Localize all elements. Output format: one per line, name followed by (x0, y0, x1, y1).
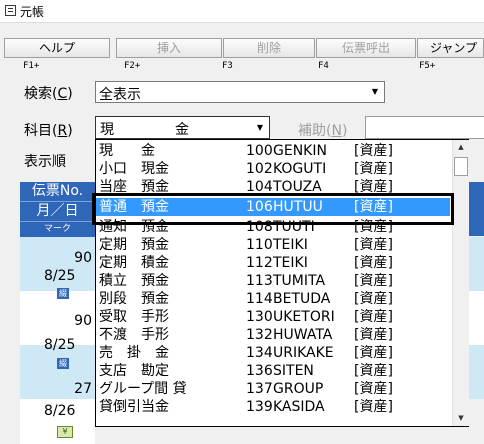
list-item[interactable]: 定期 積金 112 TEIKI [資産] (96, 254, 450, 272)
mark-icon: 綴 (57, 358, 69, 369)
voucher-no: 27 (74, 381, 92, 397)
account-select-value-b: 金 (175, 122, 189, 138)
table-row-edge (468, 291, 484, 345)
jump-button-label: ジャンプ (430, 41, 478, 55)
dropdown-scrollbar[interactable]: ▲ ▼ (452, 140, 469, 426)
fkey-insert: F2+ (124, 61, 141, 71)
account-dropdown-list[interactable]: 現 金 100 GENKIN [資産] 小口 現金 102 KOGUTI [資産] 当座 預… (95, 139, 469, 427)
search-select-value: 全表示 (99, 87, 141, 103)
list-item[interactable]: 貸倒引当金 139 KASIDA [資産] (96, 398, 450, 416)
chevron-down-icon[interactable]: ▼ (367, 83, 383, 100)
table-row-edge (468, 237, 484, 291)
yen-icon: ¥ (57, 426, 73, 438)
scroll-down-icon[interactable]: ▼ (455, 412, 467, 424)
list-item[interactable]: 別段 預金 114 BETUDA [資産] (96, 290, 450, 308)
app-icon (5, 5, 16, 16)
help-button[interactable]: ヘルプ (4, 38, 110, 58)
list-item[interactable]: 売 掛 金 134 URIKAKE [資産] (96, 344, 450, 362)
list-item[interactable]: 不渡 手形 132 HUWATA [資産] (96, 326, 450, 344)
display-order-label: 表示順 (24, 154, 66, 170)
grid-header-mark: マーク (20, 221, 95, 237)
window-title: 元帳 (20, 5, 45, 19)
selection-highlight-box (92, 193, 454, 225)
delete-button-label: 削除 (256, 41, 281, 55)
list-item[interactable]: 支店 勘定 136 SITEN [資産] (96, 362, 450, 380)
list-item[interactable]: グループ間 貸 137 GROUP [資産] (96, 380, 450, 398)
jump-button[interactable]: ジャンプ (417, 38, 484, 58)
grid-header-voucher-no: 伝票No. (20, 182, 95, 201)
grid-header-right (468, 182, 484, 236)
fkey-recall: F4 (318, 61, 329, 71)
insert-button[interactable]: 挿入 (116, 38, 222, 58)
delete-button[interactable]: 削除 (223, 38, 315, 58)
list-item[interactable]: 小口 現金 102 KOGUTI [資産] (96, 160, 450, 178)
voucher-no: 90 (74, 250, 92, 266)
title-bar: 元帳 (0, 0, 484, 23)
chevron-down-icon[interactable]: ▼ (252, 119, 268, 136)
list-item[interactable]: 定期 預金 110 TEIKI [資産] (96, 236, 450, 254)
search-select[interactable]: 全表示 ▼ (95, 81, 385, 103)
list-item[interactable]: 現 金 100 GENKIN [資産] (96, 142, 450, 160)
account-label: 科目(R) (24, 123, 73, 139)
scroll-up-icon[interactable]: ▲ (455, 141, 467, 153)
fkey-jump: F5+ (419, 61, 436, 71)
grid-header-date: 月／日 (20, 201, 95, 221)
voucher-no: 90 (74, 313, 92, 329)
help-button-label: ヘルプ (38, 41, 75, 55)
list-item[interactable]: 積立 預金 113 TUMITA [資産] (96, 272, 450, 290)
list-item[interactable]: 受取 手形 130 UKETORI [資産] (96, 308, 450, 326)
aux-input[interactable] (365, 116, 484, 139)
account-select[interactable]: 現 金 ▼ (95, 116, 270, 139)
fkey-help: F1+ (23, 61, 40, 71)
account-select-value-a: 現 (100, 122, 114, 138)
insert-button-label: 挿入 (156, 41, 181, 55)
scrollbar-thumb[interactable] (454, 157, 468, 176)
row-date: 8/25 (44, 337, 76, 353)
row-date: 8/26 (44, 403, 76, 419)
search-label: 検索(C) (24, 86, 73, 102)
aux-label: 補助(N) (298, 123, 348, 139)
mark-icon: 綴 (57, 288, 69, 299)
recall-voucher-button-label: 伝票呼出 (341, 41, 390, 55)
row-date: 8/25 (44, 268, 76, 284)
table-row-edge (468, 345, 484, 399)
recall-voucher-button[interactable]: 伝票呼出 (316, 38, 416, 58)
fkey-delete: F3 (222, 61, 233, 71)
